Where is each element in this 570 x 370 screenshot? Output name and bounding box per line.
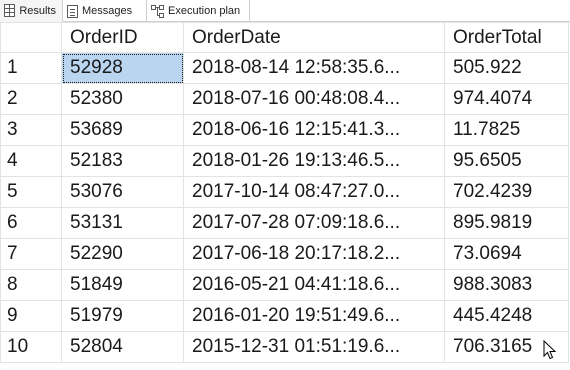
results-grid[interactable]: OrderID OrderDate OrderTotal 1 52928 201… — [0, 22, 570, 370]
column-header-orderid[interactable]: OrderID — [61, 22, 184, 53]
row-number[interactable]: 1 — [0, 52, 62, 84]
orderid-cell[interactable]: 51979 — [61, 300, 184, 332]
tab-execution-plan-label: Execution plan — [168, 5, 241, 17]
column-header-orderdate[interactable]: OrderDate — [183, 22, 445, 53]
table-row: 3 53689 2018-06-16 12:15:41.3... 11.7825 — [0, 114, 569, 146]
orderid-cell[interactable]: 53689 — [61, 114, 184, 146]
orderdate-cell[interactable]: 2018-06-16 12:15:41.3... — [183, 114, 445, 146]
execution-plan-icon — [151, 4, 164, 18]
row-number[interactable]: 8 — [0, 269, 62, 301]
results-tab-bar: Results Messages Execution plan — [0, 0, 570, 22]
mouse-pointer-icon — [543, 340, 557, 360]
table-row: 8 51849 2016-05-21 04:41:18.6... 988.308… — [0, 269, 569, 301]
row-number[interactable]: 4 — [0, 145, 62, 177]
orderdate-cell[interactable]: 2017-10-14 08:47:27.0... — [183, 176, 445, 208]
orderdate-cell[interactable]: 2018-07-16 00:48:08.4... — [183, 83, 445, 115]
tab-execution-plan[interactable]: Execution plan — [147, 0, 250, 22]
orderdate-cell[interactable]: 2016-01-20 19:51:49.6... — [183, 300, 445, 332]
orderid-cell[interactable]: 52183 — [61, 145, 184, 177]
row-number[interactable]: 10 — [0, 331, 62, 363]
row-number[interactable]: 5 — [0, 176, 62, 208]
row-number[interactable]: 2 — [0, 83, 62, 115]
table-row: 5 53076 2017-10-14 08:47:27.0... 702.423… — [0, 176, 569, 208]
orderdate-cell[interactable]: 2017-06-18 20:17:18.2... — [183, 238, 445, 270]
ordertotal-cell[interactable]: 445.4248 — [444, 300, 569, 332]
table-row: 7 52290 2017-06-18 20:17:18.2... 73.0694 — [0, 238, 569, 270]
row-number[interactable]: 9 — [0, 300, 62, 332]
orderdate-cell[interactable]: 2016-05-21 04:41:18.6... — [183, 269, 445, 301]
ordertotal-cell[interactable]: 95.6505 — [444, 145, 569, 177]
results-grid-icon — [4, 4, 16, 17]
row-number[interactable]: 6 — [0, 207, 62, 239]
orderid-cell[interactable]: 52804 — [61, 331, 184, 363]
row-number[interactable]: 3 — [0, 114, 62, 146]
orderid-cell[interactable]: 52928 — [61, 52, 184, 84]
orderdate-cell[interactable]: 2015-12-31 01:51:19.6... — [183, 331, 445, 363]
orderdate-cell[interactable]: 2018-08-14 12:58:35.6... — [183, 52, 445, 84]
table-row: 2 52380 2018-07-16 00:48:08.4... 974.407… — [0, 83, 569, 115]
ordertotal-cell[interactable]: 73.0694 — [444, 238, 569, 270]
table-row: 4 52183 2018-01-26 19:13:46.5... 95.6505 — [0, 145, 569, 177]
results-table: OrderID OrderDate OrderTotal 1 52928 201… — [0, 22, 569, 363]
ordertotal-cell[interactable]: 895.9819 — [444, 207, 569, 239]
tab-results[interactable]: Results — [0, 0, 63, 22]
orderdate-cell[interactable]: 2018-01-26 19:13:46.5... — [183, 145, 445, 177]
messages-icon — [67, 4, 78, 18]
table-row: 9 51979 2016-01-20 19:51:49.6... 445.424… — [0, 300, 569, 332]
ordertotal-cell[interactable]: 11.7825 — [444, 114, 569, 146]
tab-messages[interactable]: Messages — [63, 0, 147, 22]
orderid-cell[interactable]: 51849 — [61, 269, 184, 301]
row-number[interactable]: 7 — [0, 238, 62, 270]
orderid-cell[interactable]: 52380 — [61, 83, 184, 115]
ordertotal-cell[interactable]: 988.3083 — [444, 269, 569, 301]
orderid-cell[interactable]: 52290 — [61, 238, 184, 270]
ordertotal-cell[interactable]: 702.4239 — [444, 176, 569, 208]
orderid-cell[interactable]: 53131 — [61, 207, 184, 239]
ordertotal-cell[interactable]: 974.4074 — [444, 83, 569, 115]
table-row: 10 52804 2015-12-31 01:51:19.6... 706.31… — [0, 331, 569, 363]
tab-messages-label: Messages — [82, 5, 133, 17]
orderid-cell[interactable]: 53076 — [61, 176, 184, 208]
ordertotal-cell[interactable]: 505.922 — [444, 52, 569, 84]
tab-results-label: Results — [19, 4, 56, 17]
row-number-header[interactable] — [0, 22, 62, 53]
table-row: 1 52928 2018-08-14 12:58:35.6... 505.922 — [0, 52, 569, 84]
table-row: 6 53131 2017-07-28 07:09:18.6... 895.981… — [0, 207, 569, 239]
header-row: OrderID OrderDate OrderTotal — [0, 22, 569, 53]
orderdate-cell[interactable]: 2017-07-28 07:09:18.6... — [183, 207, 445, 239]
column-header-ordertotal[interactable]: OrderTotal — [444, 22, 569, 53]
